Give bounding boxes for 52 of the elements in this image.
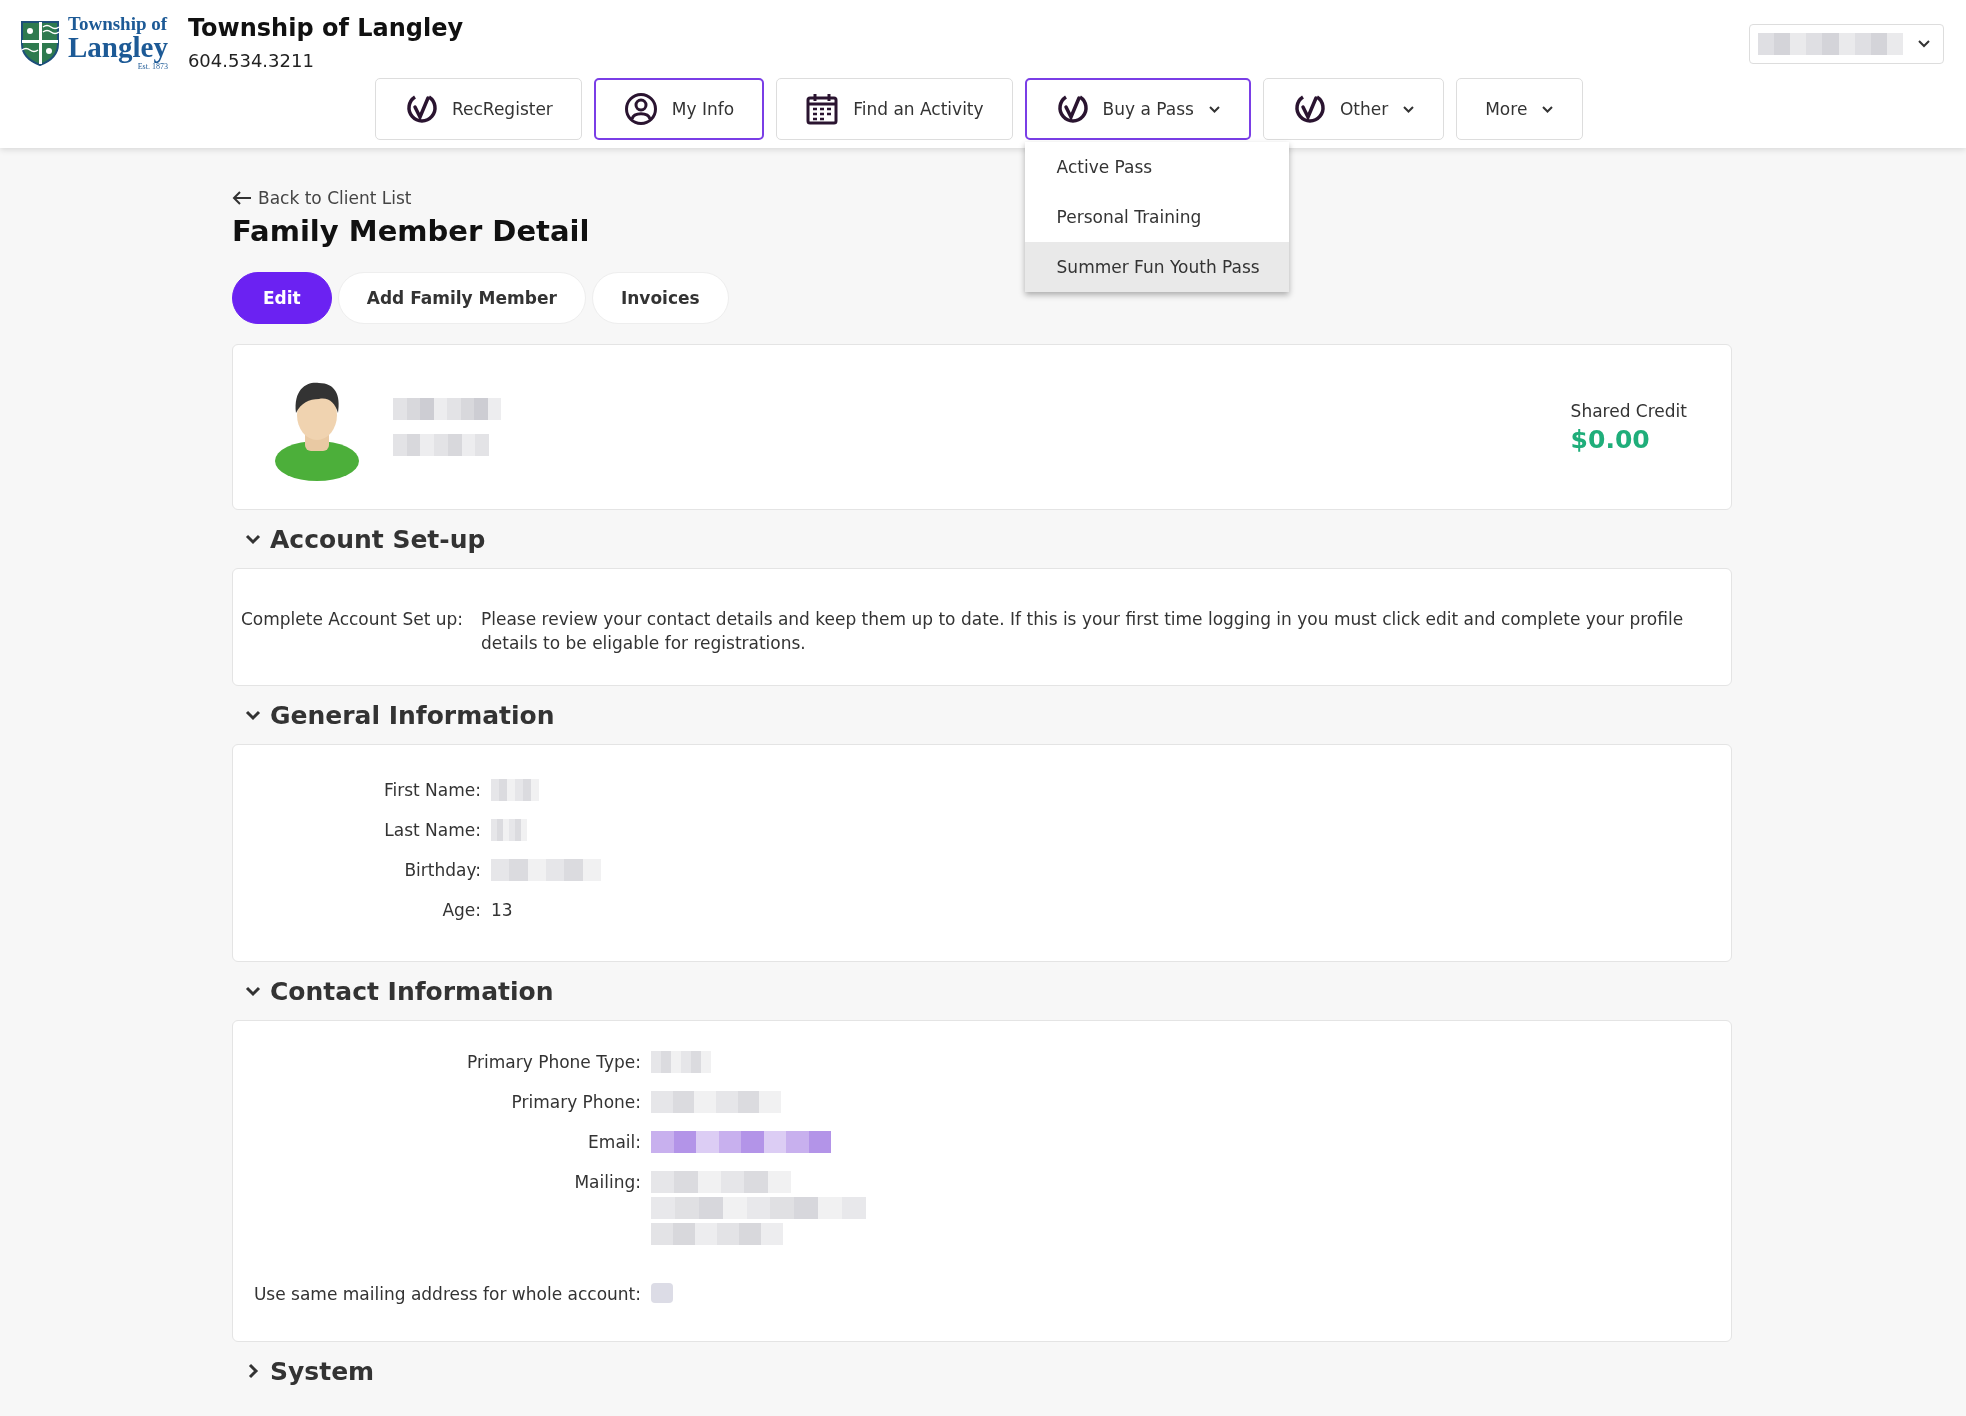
phone-number: 604.534.3211 [187,50,315,71]
field-label: Email: [587,1131,641,1153]
section-header[interactable]: System [232,1342,1732,1400]
section-header[interactable]: Account Set-up [232,510,1732,568]
setup-message: Please review your contact details and keep them up to date. If this is your first time logging in you must click edit and complete your profile details to be eligable for registrations. [481,608,1685,655]
calendar-icon [805,92,840,126]
section-header[interactable]: General Information [232,686,1732,744]
account-select[interactable] [1749,24,1944,64]
chevron-down-icon [1207,104,1221,114]
chevron-down-icon [1541,104,1555,114]
field-label: Complete Account Set up: [241,608,463,631]
menu-item[interactable]: Personal Training [1024,192,1289,242]
redacted-value [491,779,539,801]
site-title: Township of Langley [187,14,464,42]
field-label: Age: [441,899,481,921]
chevron-down-icon [1402,104,1416,114]
redacted-email[interactable] [651,1131,831,1153]
logo-est-text: Est. 1873 [137,62,168,71]
menu-item[interactable]: Summer Fun Youth Pass [1024,242,1289,292]
section-header[interactable]: Contact Information [232,962,1732,1020]
logo-text: Langley [68,33,168,61]
redacted-value [491,819,527,841]
field-label: Last Name: [383,819,481,841]
nav-button[interactable]: RecRegister [375,78,582,140]
field-label: First Name: [382,779,481,801]
field-label: Primary Phone Type: [466,1051,641,1073]
credit-label: Shared Credit [1570,400,1687,421]
nav-button[interactable]: Find an Activity [776,78,1013,140]
township-logo[interactable]: Township of Langley Est. 1873 [20,14,168,71]
shield-icon [20,19,60,66]
field-value: 13 [491,900,513,920]
logo-text: Township of [68,14,168,33]
field-label: Primary Phone: [510,1091,641,1113]
field-label: Mailing: [573,1171,641,1193]
nav-button[interactable]: My Info [593,78,765,140]
credit-amount: $0.00 [1570,424,1651,454]
page-title: Family Member Detail [232,214,590,248]
field-label: Use same mailing address for whole account: [252,1283,641,1305]
redacted-value [651,1051,711,1073]
arrow-left-icon [232,191,252,205]
field-label: Birthday: [403,859,481,881]
nav-button[interactable]: Other [1262,78,1445,140]
action-button[interactable]: Edit [232,272,332,324]
action-button[interactable]: Invoices [591,272,729,324]
nav-button[interactable]: Buy a Pass [1024,78,1251,140]
menu-item[interactable]: Active Pass [1024,142,1289,192]
action-button[interactable]: Add Family Member [337,272,586,324]
nav-button[interactable]: More [1456,78,1584,140]
checkbox[interactable] [651,1283,673,1303]
back-link[interactable]: Back to Client List [232,188,412,208]
user-circle-icon [623,92,658,126]
chevron-down-icon [1917,39,1931,49]
